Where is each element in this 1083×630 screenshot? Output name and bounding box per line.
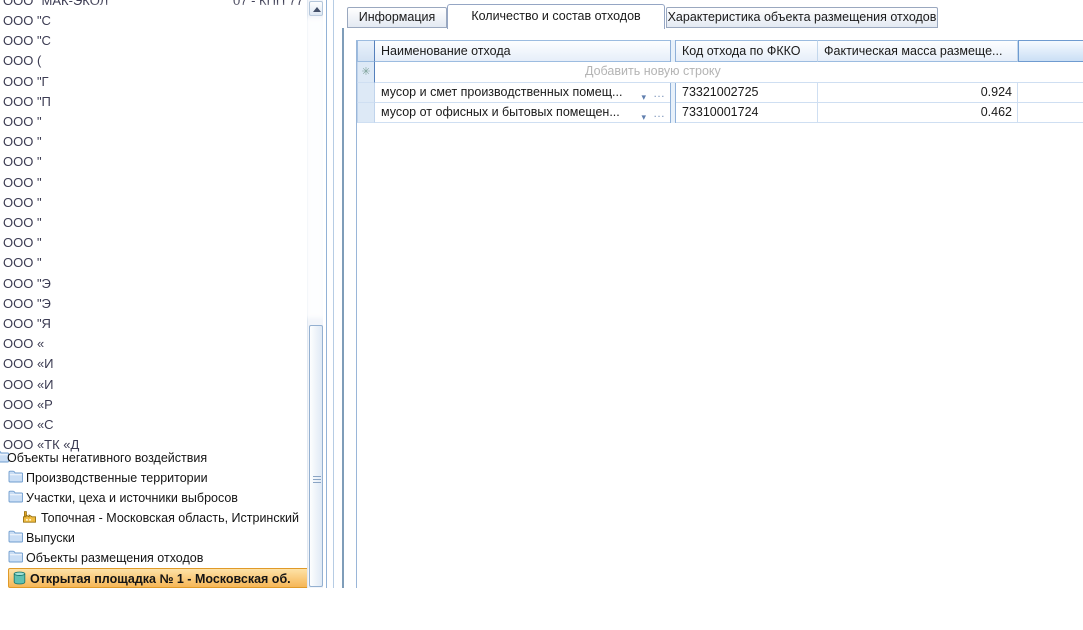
folder-icon xyxy=(8,470,23,486)
folder-icon xyxy=(8,550,23,566)
tree-item[interactable]: Участки, цеха и источники выбросов xyxy=(0,488,330,508)
factory-icon xyxy=(22,510,37,526)
tree-item-label: Топочная - Московская область, Истрински… xyxy=(41,511,299,525)
new-row-icon: ✳ xyxy=(361,66,370,78)
left-panel-border-inner xyxy=(333,0,334,588)
tree-item-label: Выпуски xyxy=(26,531,75,545)
tree-item[interactable]: Выпуски xyxy=(0,528,330,548)
scroll-up-button[interactable] xyxy=(309,1,323,16)
tree-item-label: Участки, цеха и источники выбросов xyxy=(26,491,238,505)
tab-waste-quantity[interactable]: Количество и состав отходов xyxy=(447,4,665,29)
new-row-marker[interactable]: ✳ xyxy=(357,62,375,83)
actual-mass-cell[interactable]: 0.462 xyxy=(818,103,1018,123)
fkko-code-cell[interactable]: 73310001724 xyxy=(676,103,818,123)
row-marker-header xyxy=(357,40,375,62)
tree-item[interactable]: Объекты негативного воздействия xyxy=(0,448,330,468)
dropdown-arrow-icon[interactable]: ▾ xyxy=(641,88,646,103)
folder-icon xyxy=(8,530,23,546)
add-new-row-label: Добавить новую строку xyxy=(585,64,721,78)
waste-name-text: мусор от офисных и бытовых помещен... xyxy=(381,105,620,119)
add-new-row[interactable]: Добавить новую строку xyxy=(375,62,1083,83)
fkko-code-cell[interactable]: 73321002725 xyxy=(676,83,818,103)
tab-page-left-border xyxy=(342,28,344,588)
tab-information[interactable]: Информация xyxy=(347,7,447,28)
tree-item-label: Объекты размещения отходов xyxy=(26,551,203,565)
redaction-blur xyxy=(80,6,308,446)
extra-cell[interactable] xyxy=(1018,83,1083,103)
thumb-grip xyxy=(313,479,321,480)
waste-site-icon xyxy=(13,571,26,588)
thumb-grip xyxy=(313,482,321,483)
scrollbar-thumb[interactable] xyxy=(309,325,323,587)
waste-name-text: мусор и смет производственных помещ... xyxy=(381,85,622,99)
waste-name-cell[interactable]: мусор от офисных и бытовых помещен... ▾ … xyxy=(375,103,670,123)
tree-item[interactable]: Топочная - Московская область, Истрински… xyxy=(0,508,330,528)
ellipsis-button[interactable]: … xyxy=(653,84,665,103)
tree-item[interactable]: Открытая площадка № 1 - Московская об. xyxy=(8,568,310,588)
folder-icon xyxy=(8,490,23,506)
ellipsis-button[interactable]: … xyxy=(653,104,665,123)
column-header-waste-name[interactable]: Наименование отхода xyxy=(375,40,670,62)
tree-item[interactable]: Производственные территории xyxy=(0,468,330,488)
tree-item[interactable]: Объекты размещения отходов xyxy=(0,548,330,568)
scroll-up-arrow-icon xyxy=(313,7,321,12)
tree-item-label: Производственные территории xyxy=(26,471,208,485)
tab-site-characteristics[interactable]: Характеристика объекта размещения отходо… xyxy=(666,7,938,28)
thumb-grip xyxy=(313,476,321,477)
waste-name-cell[interactable]: мусор и смет производственных помещ... ▾ … xyxy=(375,83,670,103)
redaction-blur-over-scrollbar xyxy=(306,18,324,318)
extra-cell[interactable] xyxy=(1018,103,1083,123)
organizations-panel: ООО "МАК-ЭКОЛ 07 - КПП 77 ООО "СООО "СОО… xyxy=(0,0,332,588)
tree-item-label: Объекты негативного воздействия xyxy=(7,451,207,465)
column-header-extra[interactable] xyxy=(1018,40,1083,62)
column-header-actual-mass[interactable]: Фактическая масса размеще... xyxy=(818,40,1018,62)
tree-item-label: Открытая площадка № 1 - Московская об. xyxy=(30,572,291,586)
row-marker[interactable] xyxy=(357,83,375,103)
left-panel-border xyxy=(326,0,327,588)
dropdown-arrow-icon[interactable]: ▾ xyxy=(641,108,646,123)
column-header-fkko-code[interactable]: Код отхода по ФККО xyxy=(676,40,818,62)
row-marker[interactable] xyxy=(357,103,375,123)
actual-mass-cell[interactable]: 0.924 xyxy=(818,83,1018,103)
